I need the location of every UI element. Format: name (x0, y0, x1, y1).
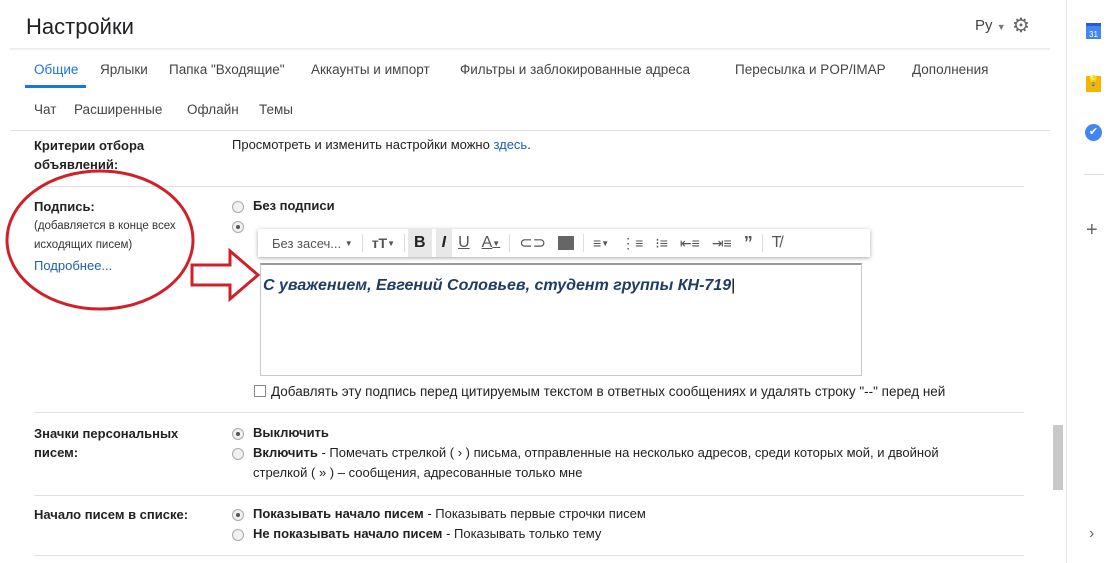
chevron-right-icon[interactable]: › (1089, 525, 1094, 543)
ads-text: Просмотреть и изменить настройки можно з… (232, 135, 531, 155)
language-label: Ру (975, 17, 993, 34)
tab-general[interactable]: Общие (34, 62, 78, 77)
ads-link[interactable]: здесь (493, 137, 527, 152)
italic-icon[interactable]: I (435, 229, 453, 257)
red-arrow-annotation (190, 247, 261, 303)
snippets-hide-text: Не показывать начало писем - Показывать … (253, 524, 601, 544)
align-icon[interactable]: ≡ ▼ (587, 229, 615, 257)
text-color-icon[interactable]: A ▼ (476, 229, 507, 257)
format-toolbar: Без засеч... ▼ тT ▼ B I U A ▼ ⊂⊃ ≡ ▼ ⋮≡ ⁝≡ … (258, 229, 870, 257)
divider (34, 555, 1024, 556)
calendar-icon[interactable]: 31 (1086, 23, 1101, 39)
snippets-show-radio[interactable] (232, 509, 244, 521)
header-divider (10, 48, 1050, 51)
tab-accounts[interactable]: Аккаунты и импорт (311, 62, 430, 77)
divider (10, 130, 1050, 131)
divider (1084, 174, 1104, 175)
tab-filters[interactable]: Фильтры и заблокированные адреса (460, 62, 690, 77)
badges-off-label: Выключить (253, 425, 329, 440)
tab-themes[interactable]: Темы (259, 102, 293, 117)
tasks-icon[interactable]: ✔ (1085, 124, 1102, 141)
remove-formatting-icon[interactable]: T̸ (766, 229, 788, 257)
snippets-show-text: Показывать начало писем - Показывать пер… (253, 504, 646, 524)
badges-label: Значки персональных писем: (34, 426, 179, 460)
tab-labels[interactable]: Ярлыки (100, 62, 148, 77)
snippets-label: Начало писем в списке: (34, 507, 189, 522)
tab-inbox[interactable]: Папка "Входящие" (169, 62, 285, 77)
snippets-hide-radio[interactable] (232, 529, 244, 541)
quote-icon[interactable]: ” (738, 229, 759, 257)
tab-forwarding[interactable]: Пересылка и POP/IMAP (735, 62, 886, 77)
badges-on-description: - Помечать стрелкой ( › ) письма, отправ… (317, 445, 939, 460)
snippets-hide-label: Не показывать начало писем (253, 526, 443, 541)
badges-on-description-2: стрелкой ( » ) – сообщения, адресованные… (253, 465, 583, 480)
scrollbar-thumb[interactable] (1053, 425, 1063, 490)
red-circle-annotation (5, 169, 195, 311)
tab-chat[interactable]: Чат (34, 102, 56, 117)
bulleted-list-icon[interactable]: ⁝≡ (649, 229, 674, 257)
image-icon[interactable] (552, 229, 580, 257)
divider (34, 412, 1024, 413)
signature-placement-checkbox[interactable] (254, 385, 266, 397)
signature-editor[interactable]: С уважением, Евгений Соловьев, студент г… (260, 263, 862, 376)
bold-icon[interactable]: B (408, 229, 432, 257)
signature-text: С уважением, Евгений Соловьев, студент г… (263, 277, 736, 294)
signature-content: С уважением, Евгений Соловьев, студент г… (263, 277, 732, 294)
font-size-icon[interactable]: тT ▼ (366, 229, 401, 257)
badges-on-label: Включить (253, 445, 318, 460)
link-icon[interactable]: ⊂⊃ (513, 229, 552, 257)
active-tab-indicator (25, 85, 86, 88)
font-family-select[interactable]: Без засеч... ▼ (266, 229, 359, 257)
font-family-label: Без засеч... (272, 235, 342, 251)
underline-icon[interactable]: U (452, 229, 476, 257)
ads-period: . (527, 137, 531, 152)
outdent-icon[interactable]: ⇤≡ (674, 229, 706, 257)
ads-description: Просмотреть и изменить настройки можно (232, 137, 494, 152)
badges-off-radio[interactable] (232, 428, 244, 440)
snippets-show-label: Показывать начало писем (253, 506, 424, 521)
indent-icon[interactable]: ⇥≡ (706, 229, 738, 257)
snippets-hide-description: - Показывать только тему (442, 526, 602, 541)
badges-on-radio[interactable] (232, 448, 244, 460)
chevron-down-icon: ▼ (996, 22, 1006, 32)
page-title: Настройки (26, 14, 134, 39)
side-panel: 31 💡 ✔ + › (1066, 0, 1120, 563)
divider (34, 495, 1024, 496)
tab-addons[interactable]: Дополнения (912, 62, 988, 77)
language-selector[interactable]: Ру ▼ (975, 17, 1006, 34)
tab-advanced[interactable]: Расширенные (74, 102, 162, 117)
snippets-show-description: - Показывать первые строчки писем (423, 506, 646, 521)
keep-icon[interactable]: 💡 (1086, 76, 1101, 92)
tab-offline[interactable]: Офлайн (187, 102, 239, 117)
signature-placement-label: Добавлять эту подпись перед цитируемым т… (271, 384, 946, 399)
annotation-overlay (5, 169, 261, 311)
gear-icon[interactable]: ⚙ (1012, 13, 1030, 38)
add-addon-icon[interactable]: + (1086, 219, 1098, 242)
badges-on-text: Включить - Помечать стрелкой ( › ) письм… (253, 443, 939, 463)
numbered-list-icon[interactable]: ⋮≡ (615, 229, 649, 257)
